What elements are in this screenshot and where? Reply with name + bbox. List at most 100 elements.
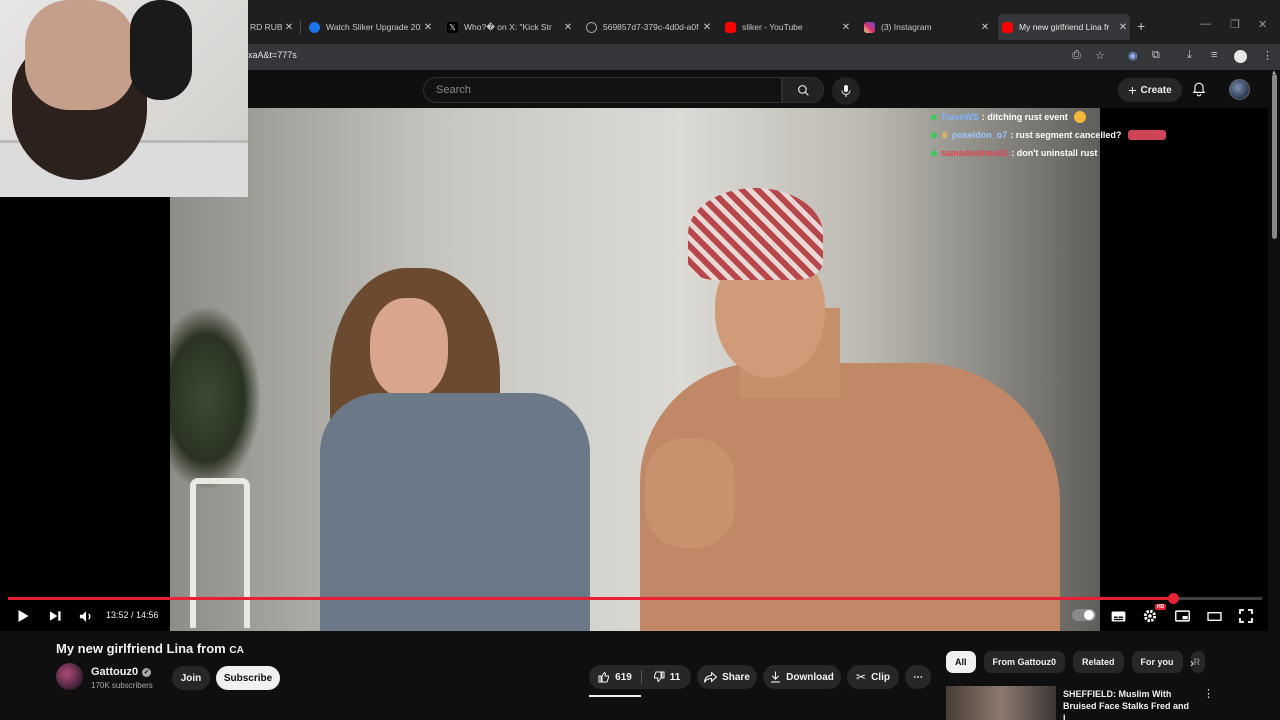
media-control-icon[interactable]: ≡ (1211, 49, 1217, 61)
download-icon[interactable]: ⤓ (1187, 49, 1192, 62)
account-avatar[interactable] (1229, 79, 1250, 100)
next-icon (49, 611, 61, 621)
browser-tab-5[interactable]: sliker - YouTube ✕ (725, 14, 853, 40)
hd-badge: HD (1155, 604, 1167, 610)
menu-dots-icon[interactable]: ⋮ (1262, 49, 1273, 62)
share-button[interactable]: Share (697, 665, 757, 689)
recommendation-filters: All From Gattouz0 Related For you R (946, 651, 1205, 673)
theater-mode-button[interactable] (1204, 606, 1224, 626)
search-button[interactable] (782, 77, 824, 103)
chip-from-channel[interactable]: From Gattouz0 (983, 651, 1066, 673)
profile-avatar[interactable] (1234, 50, 1247, 63)
voice-search-button[interactable] (832, 77, 860, 105)
time-display: 13:52 / 14:56 (106, 610, 159, 620)
subscribe-button[interactable]: Subscribe (216, 666, 280, 690)
close-icon[interactable]: ✕ (282, 22, 296, 33)
flag-label: CA (229, 645, 244, 656)
chat-username: poseldon_o7 (951, 130, 1008, 140)
share-label: Share (722, 671, 750, 683)
chat-message: ◆ samadeahmed1 : don't uninstall rust (930, 144, 1230, 162)
clip-button[interactable]: ✂ Clip (847, 665, 899, 689)
browser-tab-7-active[interactable]: My new girlfriend Lina fr ✕ (998, 14, 1130, 40)
search-icon (797, 84, 809, 96)
close-icon[interactable]: ✕ (561, 22, 575, 33)
emote-icon (1128, 130, 1167, 140)
close-icon[interactable]: ✕ (978, 22, 992, 33)
fullscreen-button[interactable] (1236, 606, 1256, 626)
notifications-button[interactable] (1192, 82, 1206, 102)
dislike-button[interactable]: 11 (642, 665, 691, 689)
tab-title: (3) Instagram (881, 22, 932, 32)
verified-icon: ✓ (142, 667, 152, 677)
like-dislike-group: 619 11 (589, 665, 691, 689)
browser-tab-4[interactable]: 569857d7-379c-4d0d-a0f ✕ (586, 14, 714, 40)
browser-tab-3[interactable]: 𝕏 Who?�️ on X: "Kick Str ✕ (447, 14, 575, 40)
more-vertical-icon[interactable]: ⋮ (1203, 687, 1214, 700)
tab-title: Watch Sliker Upgrade 202 (326, 22, 421, 32)
close-icon[interactable]: ✕ (700, 22, 714, 33)
scrubber-handle[interactable] (1167, 593, 1179, 604)
recommendation-title[interactable]: SHEFFIELD: Muslim With Bruised Face Stal… (1063, 688, 1193, 720)
browser-tab-2[interactable]: Watch Sliker Upgrade 202 ✕ (309, 14, 435, 40)
scrollbar-thumb[interactable] (1272, 74, 1277, 239)
person-hand-shape (645, 438, 735, 548)
url-text[interactable]: xaA&t=777s (248, 50, 297, 60)
close-window-icon[interactable]: ✕ (1258, 18, 1267, 31)
recommendation-thumbnail[interactable] (946, 686, 1056, 720)
play-icon (18, 610, 28, 622)
chip-related[interactable]: Related (1073, 651, 1124, 673)
fullscreen-icon (1239, 609, 1253, 623)
create-label: Create (1140, 84, 1172, 96)
video-title-text: My new girlfriend Lina from (56, 641, 230, 656)
restore-icon[interactable]: ❐ (1230, 18, 1240, 31)
minimize-icon[interactable]: — (1200, 18, 1211, 30)
progress-bar[interactable] (8, 593, 1262, 604)
browser-tab-6[interactable]: (3) Instagram ✕ (864, 14, 992, 40)
read-aloud-icon[interactable]: ◉ (1128, 49, 1138, 62)
youtube-favicon-icon (1002, 21, 1013, 33)
plant-shape (170, 308, 260, 488)
headphones-shape (130, 0, 192, 100)
close-icon[interactable]: ✕ (839, 22, 853, 33)
close-icon[interactable]: ✕ (421, 22, 435, 33)
plus-icon: + (1128, 82, 1137, 98)
subtitles-button[interactable] (1108, 606, 1128, 626)
close-icon[interactable]: ✕ (1116, 22, 1130, 33)
gear-icon (1143, 609, 1157, 623)
channel-avatar[interactable] (56, 663, 83, 690)
x-logo-icon: 𝕏 (447, 21, 458, 33)
like-button[interactable]: 619 (589, 665, 641, 689)
scissors-icon: ✂ (856, 670, 867, 684)
chevron-right-icon[interactable]: › (1190, 656, 1194, 670)
search-input[interactable] (436, 78, 766, 102)
browser-tab-1[interactable]: RD RUB ✕ (250, 14, 296, 40)
more-actions-button[interactable]: ⋯ (905, 665, 931, 689)
autoplay-toggle[interactable] (1072, 609, 1096, 621)
download-button[interactable]: Download (763, 665, 841, 689)
next-button[interactable] (45, 606, 65, 626)
chat-text: : rust segment cancelled? (1010, 130, 1122, 140)
install-app-icon[interactable]: ⎙ (1072, 49, 1081, 62)
chip-for-you[interactable]: For you (1131, 651, 1183, 673)
chat-overlay: ◆ TraveWS : ditching rust event ◆ ♛ pose… (930, 108, 1230, 162)
dislike-count: 11 (669, 671, 681, 683)
extensions-icon[interactable]: ⧉ (1152, 49, 1160, 62)
thumbs-down-icon (653, 671, 665, 683)
join-button[interactable]: Join (172, 666, 210, 690)
youtube-favicon-icon (725, 21, 736, 33)
play-button[interactable] (13, 606, 33, 626)
person-shirt-shape (320, 393, 590, 631)
chat-message: ◆ ♛ poseldon_o7 : rust segment cancelled… (930, 126, 1230, 144)
subtitles-icon (1111, 610, 1125, 622)
plus-icon[interactable]: + (1137, 18, 1145, 34)
miniplayer-button[interactable] (1172, 606, 1192, 626)
chip-all[interactable]: All (946, 651, 976, 673)
like-count: 619 (615, 671, 632, 683)
microphone-icon (841, 85, 851, 97)
bookmark-star-icon[interactable]: ☆ (1095, 49, 1105, 62)
volume-button[interactable] (76, 606, 96, 626)
tab-title: sliker - YouTube (742, 22, 803, 32)
watch-favicon-icon (309, 21, 320, 33)
channel-name[interactable]: Gattouz0 ✓ (91, 666, 152, 678)
create-button[interactable]: + Create (1118, 78, 1182, 102)
